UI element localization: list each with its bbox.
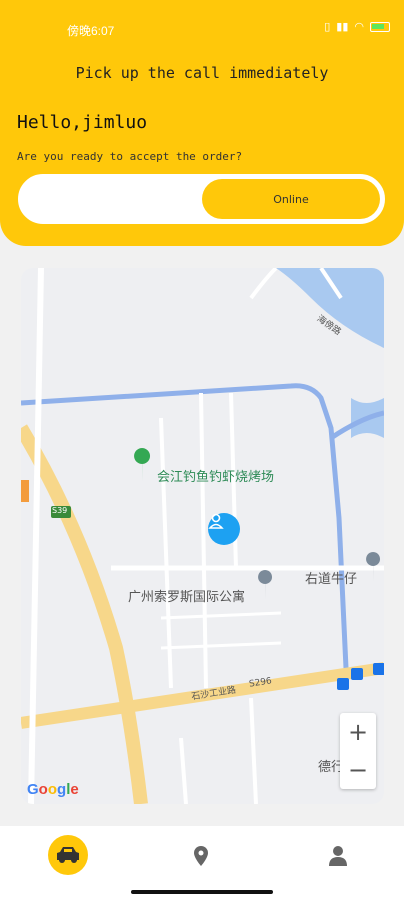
car-icon <box>57 847 79 863</box>
home-indicator <box>131 890 273 894</box>
map-label-apartment[interactable]: 广州索罗斯国际公寓 <box>128 586 245 605</box>
zoom-controls: + − <box>340 713 376 789</box>
location-icon <box>194 846 208 866</box>
person-icon <box>329 846 347 866</box>
signal-icon: ▮▮ <box>336 20 349 33</box>
nav-location[interactable] <box>181 836 221 876</box>
toggle-knob-online[interactable]: Online <box>202 179 380 219</box>
map-label-restaurant[interactable]: 会江钓鱼钓虾烧烤场 <box>157 466 274 485</box>
online-toggle[interactable]: Online <box>18 174 385 224</box>
header: 傍晚6:07 ▯ ▮▮ ◠ Pick up the call immediate… <box>0 0 404 246</box>
user-icon <box>208 513 224 529</box>
zoom-out-button[interactable]: − <box>340 751 376 789</box>
status-icons: ▯ ▮▮ ◠ <box>324 20 390 33</box>
ready-question: Are you ready to accept the order? <box>17 150 243 163</box>
battery-icon <box>370 21 390 32</box>
wifi-icon: ◠ <box>354 20 364 33</box>
greeting: Hello,jimluo <box>17 112 148 133</box>
zoom-in-button[interactable]: + <box>340 713 376 751</box>
current-location-marker[interactable] <box>208 513 240 545</box>
page-title: Pick up the call immediately <box>75 64 329 82</box>
nav-profile[interactable] <box>318 836 358 876</box>
status-bar: 傍晚6:07 ▯ ▮▮ ◠ <box>0 0 404 60</box>
map-label-highway-code: S39 <box>52 506 68 515</box>
map-label-right-place[interactable]: 右道牛仔 <box>305 568 357 587</box>
nav-car[interactable] <box>48 835 88 875</box>
bottom-nav <box>0 826 404 900</box>
vibrate-icon: ▯ <box>324 20 331 33</box>
map-roads <box>21 268 384 804</box>
status-time: 傍晚6:07 <box>67 24 115 38</box>
map-view[interactable]: 会江钓鱼钓虾烧烤场 广州索罗斯国际公寓 右道牛仔 石沙工业路 S296 海傍路 … <box>21 268 384 804</box>
google-logo: Google <box>27 781 79 798</box>
